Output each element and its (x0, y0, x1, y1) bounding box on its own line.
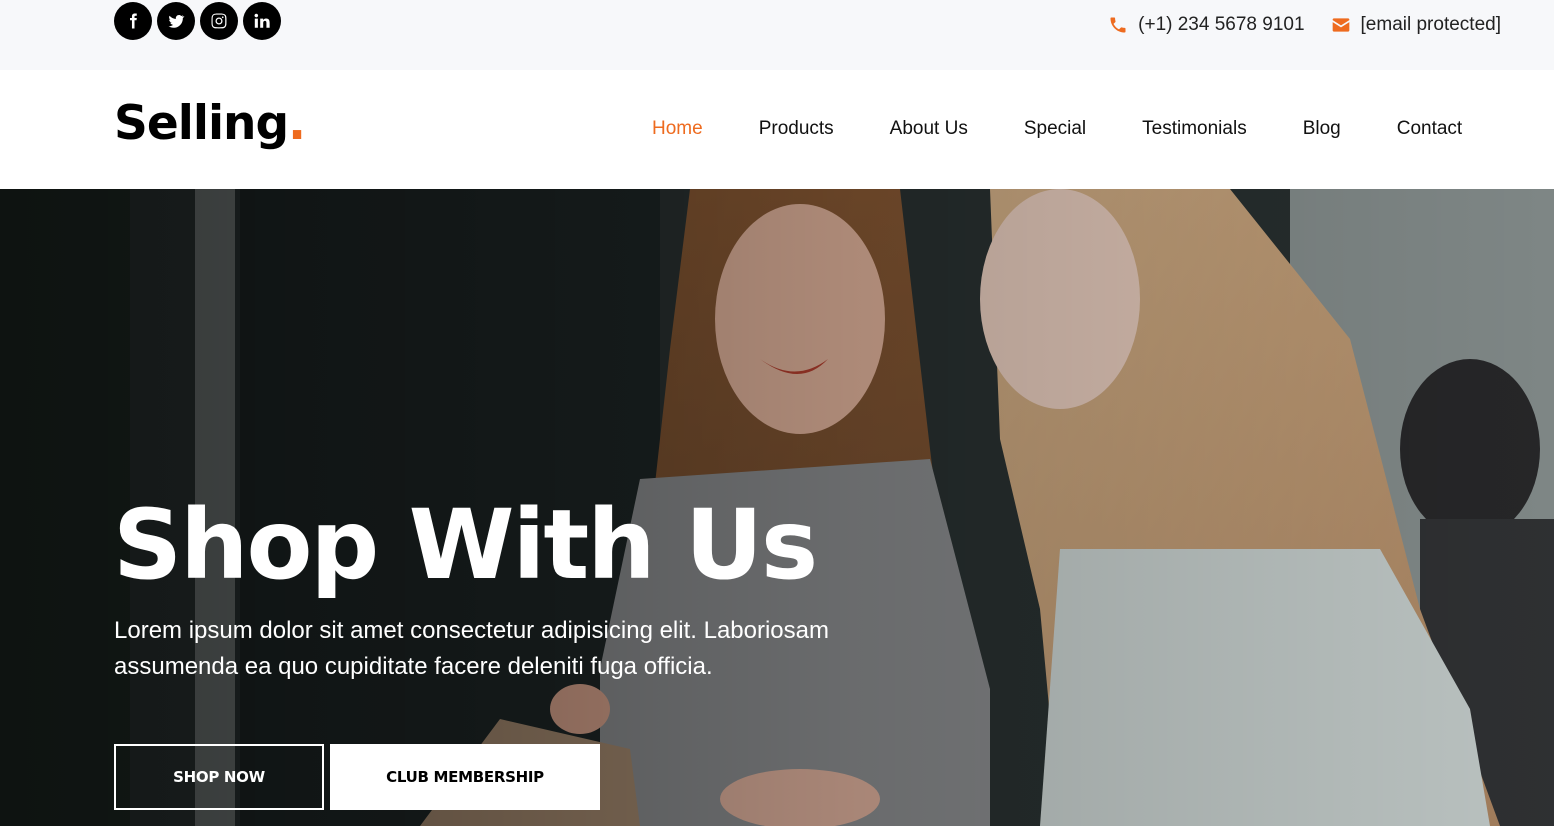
social-links (114, 2, 281, 40)
shop-now-button[interactable]: SHOP NOW (114, 744, 324, 810)
hero-description: Lorem ipsum dolor sit amet consectetur a… (114, 617, 829, 680)
linkedin-link[interactable] (243, 2, 281, 40)
contact-info: (+1) 234 5678 9101 [email protected] (1108, 14, 1501, 36)
instagram-link[interactable] (200, 2, 238, 40)
logo-text: Selling (114, 96, 289, 151)
phone-number: (+1) 234 5678 9101 (1138, 14, 1305, 35)
instagram-icon (211, 13, 227, 29)
club-membership-button[interactable]: CLUB MEMBERSHIP (330, 744, 600, 810)
main-nav: Home Products About Us Special Testimoni… (652, 118, 1462, 140)
nav-testimonials[interactable]: Testimonials (1142, 118, 1247, 140)
facebook-link[interactable] (114, 2, 152, 40)
phone-icon (1110, 17, 1126, 33)
nav-about-us[interactable]: About Us (890, 118, 968, 140)
linkedin-icon (254, 13, 270, 28)
envelope-icon (1332, 18, 1349, 32)
hero-title: Shop With Us (113, 489, 818, 601)
twitter-link[interactable] (157, 2, 195, 40)
nav-contact[interactable]: Contact (1397, 118, 1462, 140)
hero-section: Shop With Us Lorem ipsum dolor sit amet … (0, 189, 1554, 826)
phone-contact[interactable]: (+1) 234 5678 9101 (1108, 14, 1305, 36)
top-bar: (+1) 234 5678 9101 [email protected] (0, 0, 1554, 70)
twitter-icon (168, 15, 185, 28)
nav-special[interactable]: Special (1024, 118, 1086, 140)
logo-dot: . (288, 96, 306, 151)
facebook-icon (130, 13, 137, 29)
email-address: [email protected] (1360, 14, 1501, 35)
email-contact[interactable]: [email protected] (1331, 14, 1501, 36)
logo[interactable]: Selling. (114, 96, 306, 151)
nav-products[interactable]: Products (759, 118, 834, 140)
nav-blog[interactable]: Blog (1303, 118, 1341, 140)
nav-home[interactable]: Home (652, 118, 703, 140)
site-header: Selling. Home Products About Us Special … (0, 70, 1554, 189)
